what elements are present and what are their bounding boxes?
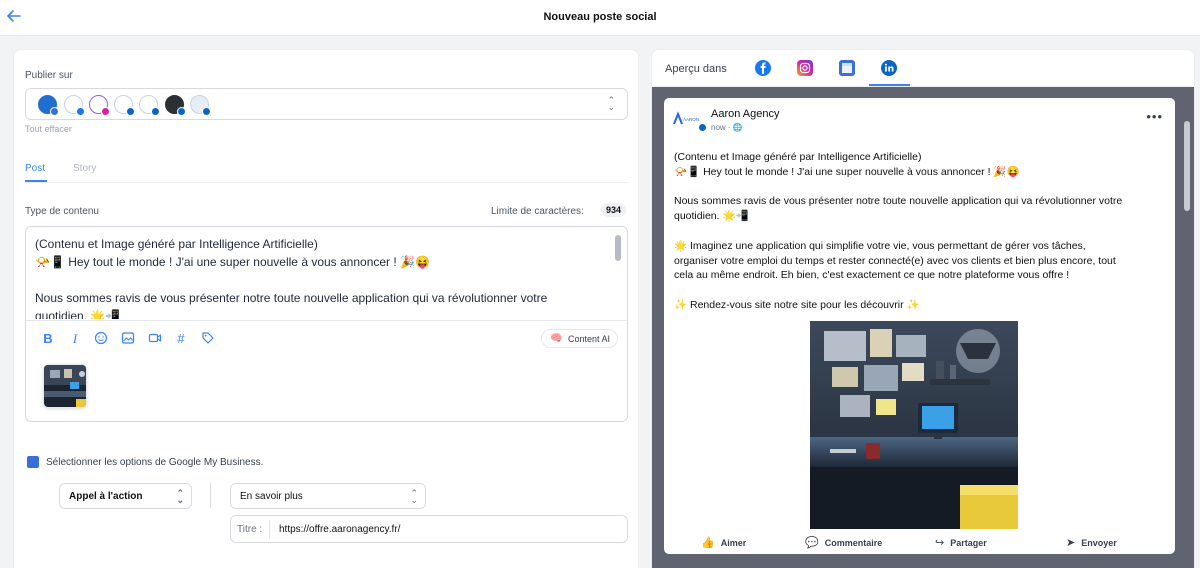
tabs-divider bbox=[25, 182, 628, 183]
comment-button[interactable]: 💬 Commentaire bbox=[805, 536, 882, 549]
post-body: (Contenu et Image généré par Intelligenc… bbox=[674, 150, 1164, 313]
post-author[interactable]: Aaron Agency bbox=[711, 108, 780, 120]
more-options-icon[interactable]: ••• bbox=[1146, 109, 1163, 124]
share-label: Partager bbox=[950, 538, 987, 548]
editor-line: (Contenu et Image généré par Intelligenc… bbox=[35, 237, 318, 251]
aaron-agency-logo: AARON bbox=[673, 111, 701, 127]
attached-image-thumbnail[interactable] bbox=[43, 364, 87, 408]
post-line: (Contenu et Image généré par Intelligenc… bbox=[674, 151, 922, 163]
tag-icon[interactable] bbox=[200, 331, 216, 347]
tab-post[interactable]: Post bbox=[25, 163, 45, 174]
like-button[interactable]: 👍 Aimer bbox=[701, 536, 746, 549]
post-line bbox=[674, 283, 1164, 298]
send-label: Envoyer bbox=[1081, 538, 1117, 548]
send-button[interactable]: ➤ Envoyer bbox=[1066, 536, 1117, 549]
like-label: Aimer bbox=[720, 538, 747, 548]
send-icon: ➤ bbox=[1066, 537, 1076, 549]
url-prefix-label: Titre : bbox=[237, 524, 263, 535]
account-avatar-gmb[interactable] bbox=[38, 95, 59, 116]
image-icon[interactable] bbox=[120, 331, 136, 347]
post-line: quotidien. 🌟📲 bbox=[674, 210, 749, 223]
compose-panel: Publier sur ⌃ ⌄ Tout effacer Post Story T… bbox=[13, 49, 639, 568]
char-limit-label: Limite de caractères: bbox=[491, 206, 584, 217]
account-avatar-linkedin-1[interactable] bbox=[114, 95, 135, 116]
preview-tab-linkedin[interactable] bbox=[881, 60, 897, 76]
select-divider bbox=[210, 483, 211, 508]
cta-url-field[interactable]: Titre : bbox=[230, 515, 628, 543]
preview-tab-facebook[interactable] bbox=[755, 60, 771, 76]
cta-type-value: Appel à l'action bbox=[69, 491, 143, 502]
post-line: 🌟 Imaginez une application qui simplifie… bbox=[674, 239, 1086, 252]
post-line: organiser votre emploi du temps et reste… bbox=[674, 254, 1116, 267]
editor-line: quotidien. 🌟📲 bbox=[35, 309, 121, 319]
share-icon: ↪ bbox=[935, 537, 945, 549]
cta-value-select[interactable]: En savoir plus ⌃ ⌄ bbox=[230, 483, 426, 509]
toolbar-divider bbox=[26, 320, 627, 321]
editor-line bbox=[35, 271, 605, 289]
editor-line: Nous sommes ravis de vous présenter notr… bbox=[35, 291, 548, 305]
editor-line: 📯📱 Hey tout le monde ! J'ai une super no… bbox=[35, 255, 430, 269]
preview-label: Aperçu dans bbox=[665, 63, 727, 75]
clear-all-link[interactable]: Tout effacer bbox=[25, 124, 72, 134]
top-bar: Nouveau poste social bbox=[0, 0, 1200, 36]
account-avatar-linkedin-4[interactable] bbox=[190, 95, 211, 116]
editor-scrollbar[interactable] bbox=[615, 235, 621, 261]
bold-icon[interactable]: B bbox=[40, 331, 56, 347]
page-title: Nouveau poste social bbox=[543, 11, 657, 23]
content-ai-label: Content AI bbox=[567, 334, 610, 344]
post-image bbox=[810, 321, 1018, 529]
share-button[interactable]: ↪ Partager bbox=[935, 536, 987, 549]
account-avatar-facebook[interactable] bbox=[64, 95, 85, 116]
content-ai-button[interactable]: 🧠 Content AI bbox=[540, 329, 618, 348]
preview-tab-instagram[interactable] bbox=[797, 60, 813, 76]
chevron-updown-icon: ⌃ ⌄ bbox=[410, 488, 418, 505]
content-type-label: Type de contenu bbox=[25, 206, 99, 217]
post-line bbox=[674, 224, 1164, 239]
preview-panel: Aperçu dans AARON Aaron Agency now · 🌐 •… bbox=[651, 49, 1195, 568]
post-line: Nous sommes ravis de vous présenter notr… bbox=[674, 195, 1123, 208]
italic-icon[interactable]: I bbox=[67, 331, 83, 347]
url-field-divider bbox=[269, 520, 270, 539]
post-line bbox=[674, 180, 1164, 195]
account-avatar-linkedin-3[interactable] bbox=[165, 95, 186, 116]
thumbs-up-icon: 👍 bbox=[701, 537, 715, 549]
post-line: cela au même endroit. Eh bien, c'est exa… bbox=[674, 269, 1070, 282]
publish-on-label: Publier sur bbox=[25, 70, 73, 81]
gmb-options-label: Sélectionner les options de Google My Bu… bbox=[46, 457, 264, 468]
preview-tab-gmb[interactable] bbox=[839, 60, 855, 76]
google-my-business-icon bbox=[27, 456, 39, 468]
preview-scrollbar[interactable] bbox=[1184, 121, 1190, 211]
cta-value-text: En savoir plus bbox=[240, 491, 303, 502]
robot-icon: 🧠 bbox=[549, 333, 563, 344]
linkedin-post-preview: AARON Aaron Agency now · 🌐 ••• (Contenu … bbox=[664, 98, 1175, 554]
chevron-updown-icon: ⌃ ⌄ bbox=[176, 488, 184, 505]
emoji-icon[interactable] bbox=[93, 331, 109, 347]
post-line: 📯📱 Hey tout le monde ! J'ai une super no… bbox=[674, 165, 1020, 178]
account-avatar-instagram[interactable] bbox=[89, 95, 110, 116]
linkedin-mini-icon bbox=[699, 124, 706, 131]
video-icon[interactable] bbox=[147, 331, 163, 347]
cta-type-select[interactable]: Appel à l'action ⌃ ⌄ bbox=[59, 483, 192, 509]
tab-story[interactable]: Story bbox=[73, 163, 96, 174]
post-line: ✨ Rendez-vous site notre site pour les d… bbox=[674, 298, 920, 311]
post-editor[interactable]: (Contenu et Image généré par Intelligenc… bbox=[25, 226, 628, 422]
hashtag-icon[interactable]: # bbox=[173, 331, 189, 347]
post-meta: now · 🌐 bbox=[711, 123, 743, 132]
comment-icon: 💬 bbox=[805, 537, 819, 549]
logo-text: AARON bbox=[683, 117, 699, 122]
account-avatar-linkedin-2[interactable] bbox=[139, 95, 160, 116]
post-text-area[interactable]: (Contenu et Image généré par Intelligenc… bbox=[35, 235, 605, 319]
preview-stage: AARON Aaron Agency now · 🌐 ••• (Contenu … bbox=[652, 87, 1194, 568]
url-input[interactable] bbox=[279, 524, 609, 535]
account-selector[interactable]: ⌃ ⌄ bbox=[25, 88, 628, 120]
comment-label: Commentaire bbox=[824, 538, 883, 548]
char-limit-badge: 934 bbox=[600, 203, 626, 217]
chevron-updown-icon: ⌃ ⌄ bbox=[607, 95, 615, 112]
post-actions-bar: 👍 Aimer 💬 Commentaire ↪ Partager ➤ Envoyer bbox=[664, 534, 1175, 554]
